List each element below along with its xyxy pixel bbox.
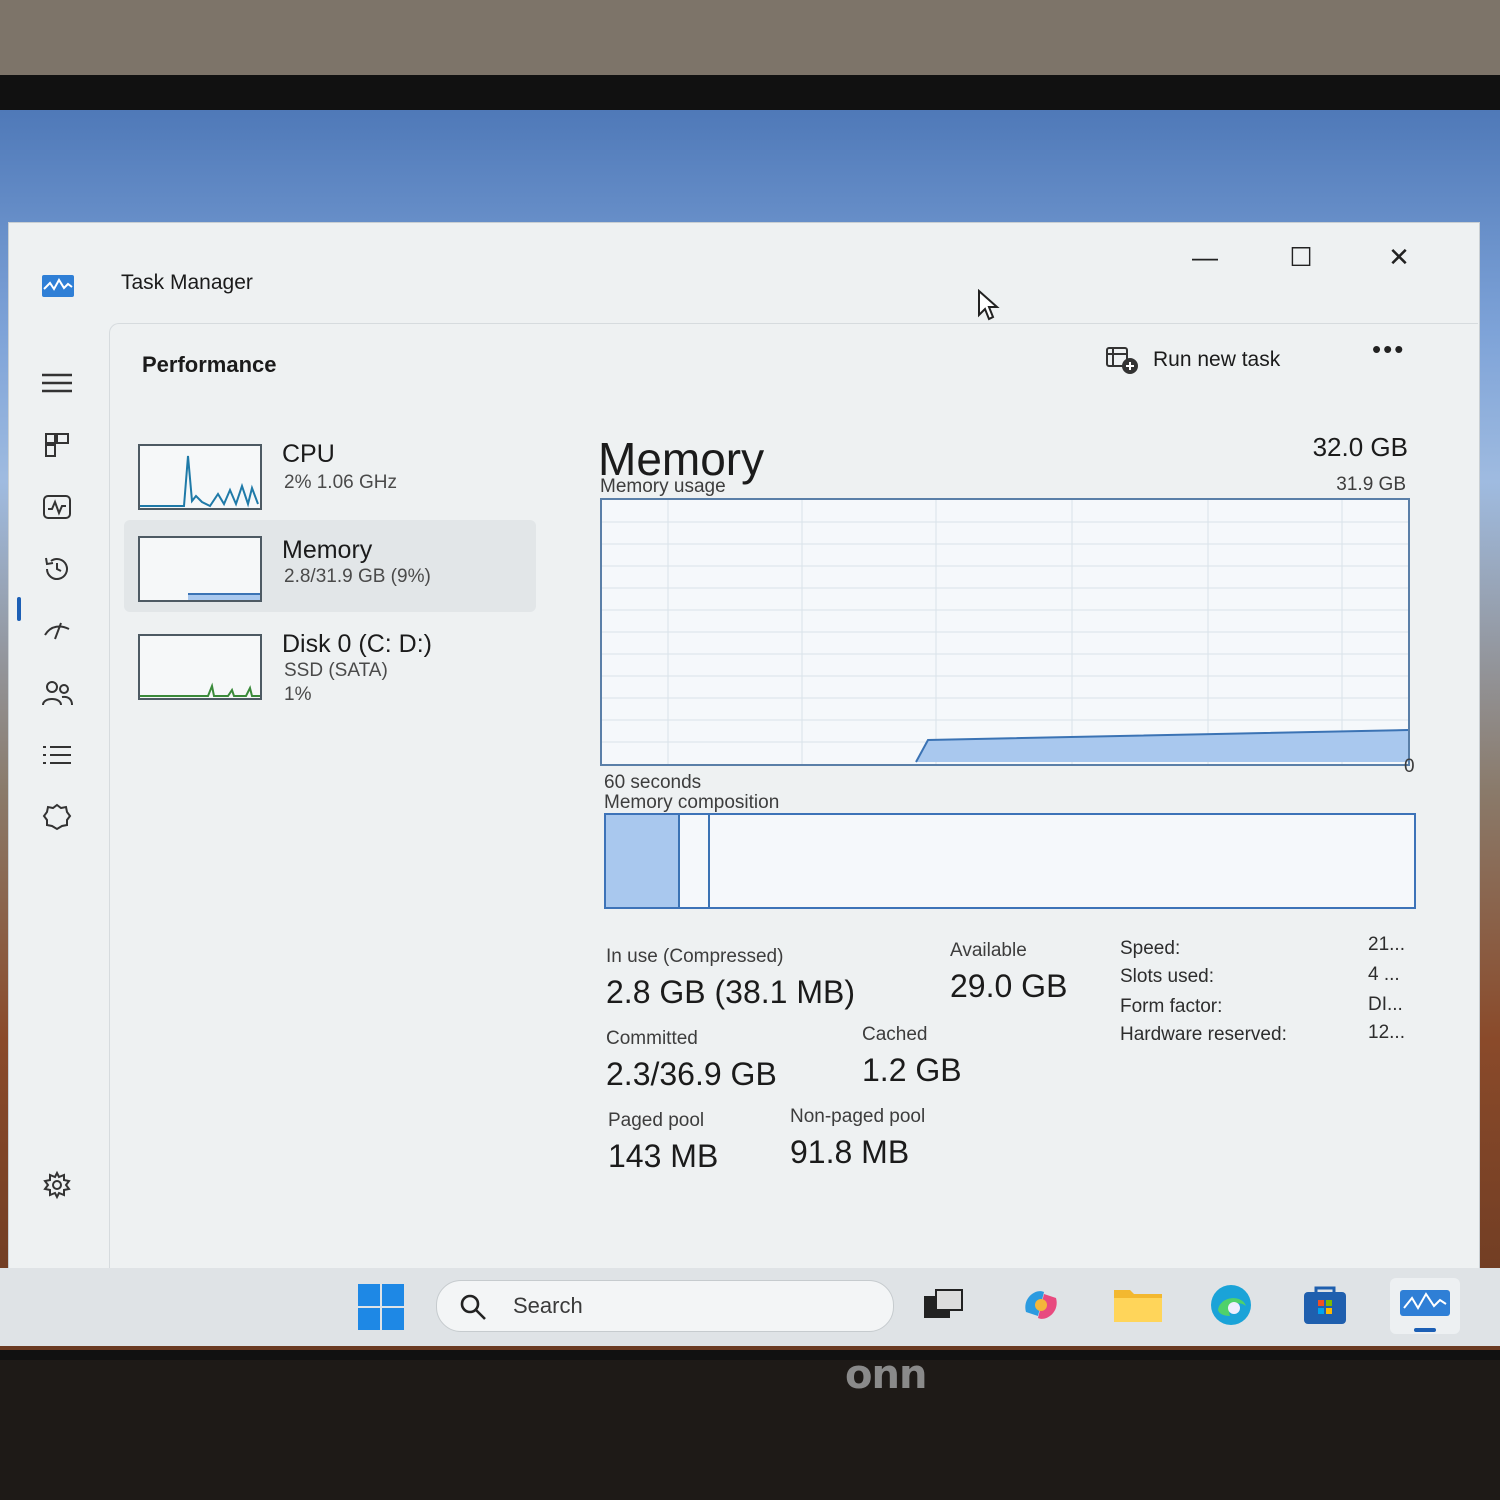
services-icon[interactable] [37, 797, 77, 837]
resource-detail: 2% 1.06 GHz [284, 472, 397, 493]
memory-usage-label: Memory usage [600, 476, 726, 497]
resource-item-cpu[interactable]: CPU 2% 1.06 GHz [124, 434, 536, 520]
navigation-rail [9, 333, 107, 1321]
desk-area [0, 1360, 1500, 1500]
cached-label: Cached [862, 1024, 928, 1045]
non-paged-pool-value: 91.8 MB [790, 1134, 910, 1170]
search-placeholder: Search [513, 1293, 583, 1318]
search-icon [460, 1294, 486, 1320]
memory-mini-graph [138, 536, 262, 602]
cached-value: 1.2 GB [862, 1052, 962, 1088]
spec-label: Speed: [1120, 938, 1181, 959]
resource-detail: 2.8/31.9 GB (9%) [284, 566, 431, 587]
details-icon[interactable] [37, 735, 77, 775]
app-history-icon[interactable] [37, 549, 77, 589]
monitor-brand-logo: onn [845, 1352, 927, 1398]
task-view-icon[interactable] [920, 1282, 966, 1328]
more-options-button[interactable]: ••• [1372, 334, 1405, 365]
desktop-wallpaper: Task Manager — ☐ ✕ Performance Run new t… [0, 110, 1500, 1350]
processes-icon[interactable] [37, 425, 77, 465]
performance-panel: Performance Run new task ••• CPU 2% 1.06… [109, 323, 1478, 1320]
in-use-label: In use (Compressed) [606, 946, 784, 967]
composition-modified[interactable] [680, 815, 710, 907]
run-new-task-label: Run new task [1153, 348, 1281, 371]
run-task-icon [1106, 347, 1138, 374]
mouse-pointer-icon [978, 289, 1000, 321]
spec-value: 4 ... [1368, 964, 1400, 985]
window-title: Task Manager [121, 271, 253, 294]
spec-value: DI... [1368, 994, 1403, 1015]
run-new-task-button[interactable]: Run new task [1105, 338, 1280, 382]
composition-in-use[interactable] [606, 815, 680, 907]
taskbar: Search [0, 1268, 1500, 1346]
resource-detail: 1% [284, 684, 312, 705]
resource-detail: SSD (SATA) [284, 660, 388, 681]
resource-name: Memory [282, 536, 373, 564]
performance-icon[interactable] [37, 487, 77, 527]
spec-label: Form factor: [1120, 996, 1223, 1017]
task-manager-window: Task Manager — ☐ ✕ Performance Run new t… [8, 222, 1480, 1322]
spec-value: 12... [1368, 1022, 1405, 1043]
resource-name: CPU [282, 440, 335, 468]
spec-value: 21... [1368, 934, 1405, 955]
resource-item-memory[interactable]: Memory 2.8/31.9 GB (9%) [124, 520, 536, 612]
settings-icon[interactable] [37, 1165, 77, 1205]
paged-pool-label: Paged pool [608, 1110, 705, 1131]
copilot-icon[interactable] [1018, 1282, 1064, 1328]
close-button[interactable]: ✕ [1369, 237, 1429, 277]
spec-label: Slots used: [1120, 966, 1214, 987]
memory-usage-graph [600, 498, 1410, 766]
graph-time-label: 60 seconds [604, 772, 702, 793]
startup-apps-icon[interactable] [37, 611, 77, 651]
spec-label: Hardware reserved: [1120, 1024, 1287, 1045]
resource-item-disk[interactable]: Disk 0 (C: D:) SSD (SATA) 1% [124, 624, 536, 724]
microsoft-store-icon[interactable] [1302, 1282, 1348, 1328]
committed-label: Committed [606, 1028, 698, 1049]
minimize-button[interactable]: — [1175, 237, 1235, 277]
memory-composition-label: Memory composition [604, 792, 780, 813]
taskbar-search-box[interactable]: Search [436, 1280, 894, 1332]
paged-pool-value: 143 MB [608, 1138, 719, 1174]
resource-name: Disk 0 (C: D:) [282, 630, 432, 658]
title-bar[interactable]: Task Manager — ☐ ✕ [9, 223, 1479, 333]
page-title: Performance [142, 352, 277, 377]
available-label: Available [950, 940, 1027, 961]
non-paged-pool-label: Non-paged pool [790, 1106, 926, 1127]
in-use-value: 2.8 GB (38.1 MB) [606, 974, 855, 1010]
file-explorer-icon[interactable] [1112, 1282, 1162, 1328]
start-windows-icon[interactable] [358, 1284, 404, 1330]
edge-browser-icon[interactable] [1208, 1282, 1254, 1328]
memory-usage-max: 31.9 GB [1336, 474, 1406, 495]
maximize-button[interactable]: ☐ [1271, 237, 1331, 277]
graph-zero-label: 0 [1404, 756, 1415, 777]
active-nav-indicator [17, 597, 21, 621]
memory-composition-bar [604, 813, 1416, 909]
available-value: 29.0 GB [950, 968, 1068, 1004]
task-manager-taskbar-icon[interactable] [1390, 1278, 1460, 1334]
users-icon[interactable] [37, 673, 77, 713]
disk-mini-graph [138, 634, 262, 700]
committed-value: 2.3/36.9 GB [606, 1056, 777, 1092]
memory-total: 32.0 GB [1312, 432, 1408, 462]
cpu-mini-graph [138, 444, 262, 510]
hamburger-menu-icon[interactable] [37, 363, 77, 403]
task-manager-app-icon [42, 275, 74, 297]
